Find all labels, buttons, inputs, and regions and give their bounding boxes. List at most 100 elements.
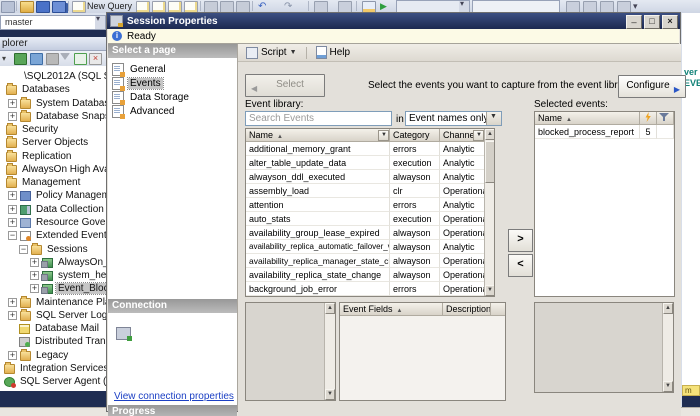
script-button[interactable]: Script ▼ (242, 46, 301, 60)
scrollbar-thumb[interactable] (485, 141, 495, 183)
tree-item[interactable]: Maintenance Plans (0, 296, 106, 309)
table-row[interactable]: alwayson_ddl_executedalwaysonAnalytic (246, 170, 485, 184)
column-header-description[interactable]: Description (443, 303, 491, 316)
toolbar-overflow-handle[interactable]: ▾ (633, 1, 638, 12)
maximize-button[interactable] (644, 15, 660, 29)
category-filter-button[interactable] (378, 130, 389, 141)
table-row[interactable]: alter_table_update_dataexecutionAnalytic (246, 156, 485, 170)
chevron-down-icon[interactable]: ▼ (290, 49, 297, 56)
tree-item[interactable]: Management (0, 176, 106, 189)
expand-icon[interactable] (8, 191, 17, 200)
refresh-icon[interactable] (74, 53, 87, 65)
expand-icon[interactable] (8, 311, 17, 320)
table-row[interactable]: availability_replica_state_changealwayso… (246, 268, 485, 282)
tree-item[interactable]: Data Collection (0, 203, 106, 216)
scroll-down-button[interactable] (325, 389, 335, 400)
stop-icon[interactable] (46, 53, 59, 65)
execute-icon[interactable] (380, 1, 392, 11)
scroll-up-button[interactable] (325, 303, 335, 314)
configure-button[interactable]: Configure (618, 75, 686, 98)
tree-item[interactable]: Replication (0, 150, 106, 163)
column-header-name[interactable]: Name (535, 112, 640, 125)
save-all-icon[interactable] (52, 1, 66, 13)
page-item-data-storage[interactable]: Data Storage (112, 90, 232, 104)
expand-icon[interactable] (8, 112, 17, 121)
tree-item[interactable]: Server Objects (0, 136, 106, 149)
select-button[interactable]: Select (245, 74, 325, 97)
expand-icon[interactable] (30, 271, 39, 280)
expand-icon[interactable] (8, 99, 17, 108)
vertical-scrollbar[interactable] (324, 303, 335, 400)
scroll-down-button[interactable] (485, 285, 495, 296)
tree-item-server[interactable]: \SQL2012A (SQL Server (0, 70, 106, 83)
scroll-up-button[interactable] (485, 129, 495, 140)
column-header-filter[interactable] (657, 112, 674, 125)
collapse-icon[interactable] (19, 245, 28, 254)
connect-icon[interactable] (14, 53, 27, 65)
page-item-general[interactable]: General (112, 62, 232, 76)
delete-icon[interactable] (89, 53, 102, 65)
tree-item[interactable]: Databases (0, 83, 106, 96)
table-row[interactable]: availability_replica_automatic_failover_… (246, 240, 485, 254)
database-combo[interactable]: master (0, 15, 106, 30)
tree-item[interactable]: System Databases (0, 97, 106, 110)
channel-filter-button[interactable] (473, 130, 484, 141)
tree-item[interactable]: Legacy (0, 349, 106, 362)
vertical-scrollbar[interactable] (484, 129, 495, 297)
chevron-down-icon[interactable] (486, 112, 501, 125)
move-right-button[interactable]: > (508, 229, 533, 252)
table-row[interactable]: background_job_errorerrorsOperational (246, 282, 485, 296)
table-row[interactable]: availability_replica_manager_state_chang… (246, 254, 485, 268)
tree-item[interactable]: SQL Server Logs (0, 309, 106, 322)
column-header-category[interactable]: Category (390, 129, 440, 142)
tree-item[interactable]: Resource Governor (0, 216, 106, 229)
expand-icon[interactable] (8, 351, 17, 360)
tree-item[interactable]: Policy Management (0, 189, 106, 202)
scroll-up-button[interactable] (663, 303, 673, 314)
column-header-event-fields[interactable]: Event Fields (340, 303, 443, 316)
collapse-icon[interactable] (8, 231, 17, 240)
table-row[interactable]: attentionerrorsAnalytic (246, 198, 485, 212)
tree-item[interactable]: Extended Events (0, 229, 106, 242)
expand-icon[interactable] (8, 298, 17, 307)
column-header-lightning[interactable] (640, 112, 657, 125)
new-query-icon[interactable] (72, 1, 86, 13)
table-row[interactable]: assembly_loadclrOperational (246, 184, 485, 198)
help-button[interactable]: Help (312, 45, 355, 60)
tree-item[interactable]: SQL Server Agent (Agent XPs dis (0, 375, 106, 388)
table-row[interactable]: blocked_process_report 5 (535, 125, 674, 139)
open-file-icon[interactable] (20, 1, 34, 13)
chevron-down-icon[interactable] (2, 53, 13, 63)
expand-icon[interactable] (30, 258, 39, 267)
filter-icon[interactable] (60, 53, 70, 60)
scroll-down-button[interactable] (663, 381, 673, 392)
table-row[interactable]: bad_memory_detectedmemoryOperational (246, 296, 485, 297)
search-scope-combo[interactable]: Event names only (405, 111, 502, 126)
tree-item-selected[interactable]: Event_Blocking (0, 282, 106, 295)
column-header-name[interactable]: Name (246, 129, 390, 142)
chevron-down-icon[interactable] (459, 1, 469, 12)
redo-icon[interactable] (284, 1, 296, 11)
dialog-title-bar[interactable]: Session Properties (107, 13, 680, 29)
tree-item[interactable]: Security (0, 123, 106, 136)
close-button[interactable] (662, 15, 678, 29)
tree-item[interactable]: Sessions (0, 243, 106, 256)
tree-item[interactable]: Integration Services Catalogs (0, 362, 106, 375)
tree-item[interactable]: AlwaysOn_health (0, 256, 106, 269)
tree-item[interactable]: system_health (0, 269, 106, 282)
new-query-button[interactable]: New Query (87, 1, 132, 11)
disconnect-icon[interactable] (30, 53, 43, 65)
table-row[interactable]: additional_memory_granterrorsAnalytic (246, 142, 485, 156)
tree-item[interactable]: Database Mail (0, 322, 106, 335)
tree-item[interactable]: Distributed Transaction Coor (0, 335, 106, 348)
table-row[interactable]: auto_statsexecutionOperational (246, 212, 485, 226)
expand-icon[interactable] (8, 205, 17, 214)
minimize-button[interactable] (626, 15, 642, 29)
tree-item[interactable]: Database Snapshots (0, 110, 106, 123)
save-icon[interactable] (36, 1, 50, 13)
table-row[interactable]: availability_group_lease_expiredalwayson… (246, 226, 485, 240)
toolbar-grid-icon[interactable] (1, 1, 15, 13)
search-events-input[interactable] (245, 111, 392, 126)
vertical-scrollbar[interactable] (662, 303, 673, 392)
view-connection-properties-link[interactable]: View connection properties (114, 391, 234, 402)
